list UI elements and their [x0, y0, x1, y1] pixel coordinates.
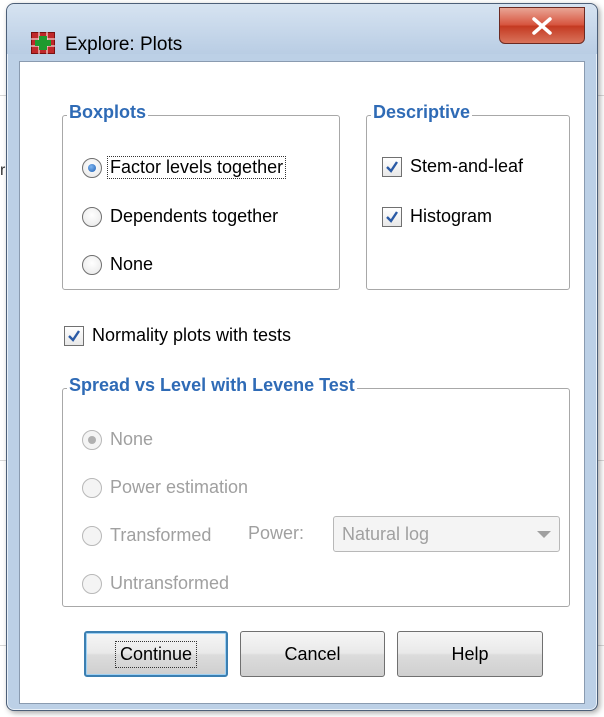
descriptive-group-title: Descriptive: [371, 102, 473, 123]
radio-label: Transformed: [110, 525, 212, 545]
radio-boxplots-none[interactable]: None: [82, 254, 153, 275]
descriptive-group: Descriptive: [366, 102, 570, 290]
power-dropdown-value: Natural log: [342, 524, 430, 544]
radio-label: Untransformed: [110, 573, 230, 593]
radio-transformed[interactable]: Transformed: [82, 525, 211, 546]
close-icon: [532, 17, 552, 35]
checkbox-histogram[interactable]: Histogram: [382, 206, 492, 227]
checkbox-checked[interactable]: [382, 156, 402, 177]
radio-label: Factor levels together: [107, 156, 287, 179]
radio-label: Dependents together: [110, 206, 279, 226]
continue-button-label: Continue: [114, 640, 198, 668]
power-dropdown[interactable]: Natural log: [333, 516, 560, 552]
radio-dependents-together[interactable]: Dependents together: [82, 206, 278, 227]
checkbox-normality-plots[interactable]: Normality plots with tests: [64, 325, 291, 346]
checkbox-checked[interactable]: [382, 206, 402, 227]
radio-button-selected[interactable]: [82, 429, 102, 450]
radio-untransformed[interactable]: Untransformed: [82, 573, 229, 594]
power-label: Power:: [248, 523, 305, 543]
checkbox-label: Histogram: [410, 206, 493, 226]
checkmark-icon: [386, 160, 398, 173]
help-button[interactable]: Help: [397, 631, 543, 677]
radio-label: None: [110, 254, 154, 274]
app-grid-icon: [31, 32, 55, 54]
radio-spread-none[interactable]: None: [82, 429, 153, 450]
radio-power-estimation[interactable]: Power estimation: [82, 477, 248, 498]
checkmark-icon: [386, 210, 398, 223]
checkbox-checked[interactable]: [64, 325, 84, 346]
radio-button[interactable]: [82, 573, 102, 594]
radio-button[interactable]: [82, 254, 102, 275]
continue-button[interactable]: Continue: [84, 631, 228, 677]
checkbox-label: Normality plots with tests: [92, 325, 292, 345]
cancel-button[interactable]: Cancel: [240, 631, 385, 677]
radio-button[interactable]: [82, 206, 102, 227]
dropdown-arrow-icon[interactable]: [537, 531, 551, 538]
radio-label: Power estimation: [110, 477, 249, 497]
window-title: Explore: Plots: [65, 34, 183, 55]
checkbox-stem-and-leaf[interactable]: Stem-and-leaf: [382, 156, 523, 177]
spread-vs-level-group-title: Spread vs Level with Levene Test: [67, 375, 357, 396]
checkmark-icon: [68, 329, 80, 342]
checkbox-label: Stem-and-leaf: [410, 156, 524, 176]
radio-button[interactable]: [82, 525, 102, 546]
close-button[interactable]: [499, 7, 585, 44]
boxplots-group-title: Boxplots: [67, 102, 149, 123]
dialog-body: Boxplots Factor levels together Dependen…: [19, 61, 585, 704]
radio-button-selected[interactable]: [82, 157, 102, 178]
radio-factor-levels-together[interactable]: Factor levels together: [82, 156, 287, 179]
radio-label: None: [110, 429, 154, 449]
radio-button[interactable]: [82, 477, 102, 498]
explore-plots-dialog: Explore: Plots Boxplots Factor levels to…: [6, 3, 598, 711]
background-text: r: [0, 162, 6, 179]
